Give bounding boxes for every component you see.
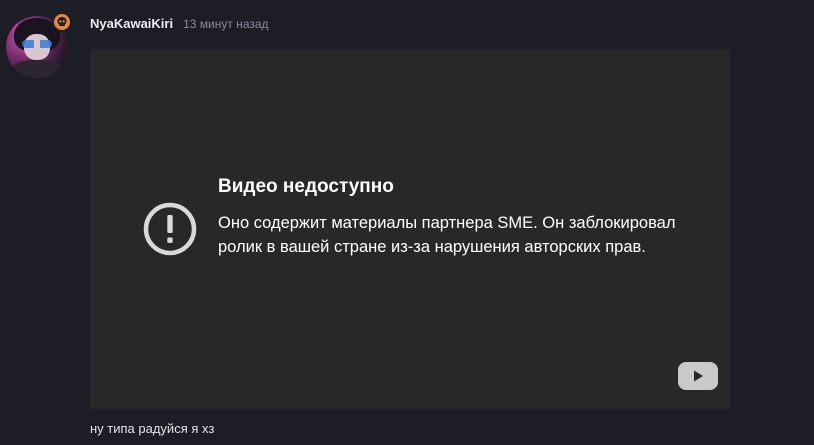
avatar-wrapper[interactable] — [6, 12, 72, 78]
user-badge[interactable] — [52, 12, 72, 32]
alert-circle-icon — [143, 202, 197, 256]
comment-text: ну типа радуйся я хз — [90, 421, 215, 436]
video-unavailable-title: Видео недоступно — [218, 176, 394, 197]
video-embed[interactable]: Видео недоступно Оно содержит материалы … — [90, 49, 730, 409]
skull-icon — [57, 17, 67, 26]
avatar-body — [12, 60, 62, 78]
avatar-glasses — [22, 40, 52, 48]
youtube-play-button[interactable] — [678, 362, 718, 390]
post-timestamp[interactable]: 13 минут назад — [183, 17, 268, 31]
video-unavailable-body: Оно содержит материалы партнера SME. Он … — [218, 214, 676, 256]
username-link[interactable]: NyaKawaiKiri — [90, 16, 173, 31]
video-unavailable-message: Видео недоступно Оно содержит материалы … — [218, 175, 708, 259]
youtube-play-icon — [694, 370, 703, 382]
post-header: NyaKawaiKiri 13 минут назад — [90, 16, 269, 31]
post-container: NyaKawaiKiri 13 минут назад Видео недост… — [0, 0, 814, 445]
